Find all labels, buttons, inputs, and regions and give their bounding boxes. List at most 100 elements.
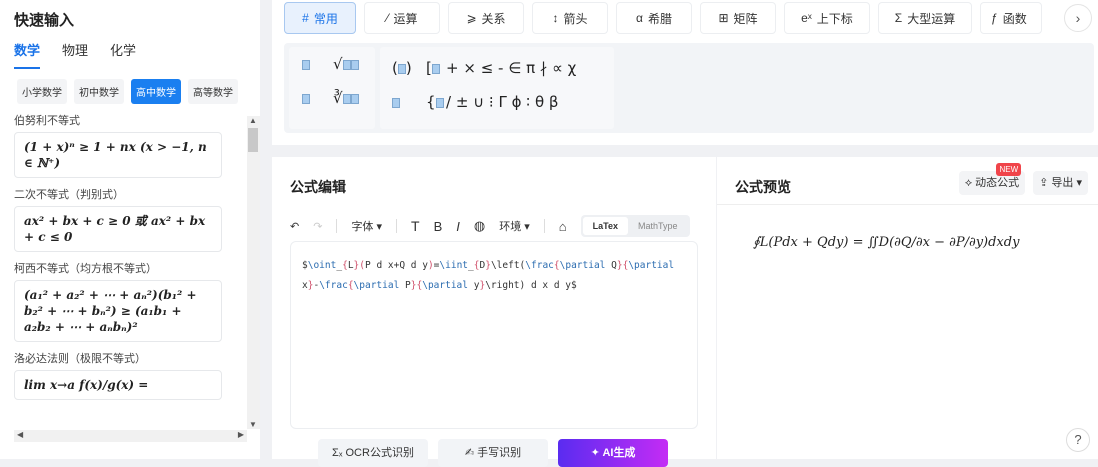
symbol-button[interactable]: χ (568, 59, 581, 77)
palette-icon[interactable]: ◍ (474, 218, 485, 234)
tab-common[interactable]: # 常用 (284, 2, 356, 34)
box-template-icon[interactable] (392, 93, 400, 111)
code-token: Q (605, 260, 617, 271)
symbol-button[interactable]: π (526, 59, 540, 77)
help-button[interactable]: ? (1066, 428, 1090, 452)
code-token: P d x+Q d y (365, 260, 428, 271)
action-buttons: Σₓ OCR公式识别 ✍ 手写识别 ✦ AI生成 (318, 439, 668, 467)
ai-generate-button[interactable]: ✦ AI生成 (558, 439, 668, 467)
symbol-button[interactable]: ∝ (552, 59, 567, 77)
tab-large-operators[interactable]: Σ 大型运算 (878, 2, 972, 34)
formula-title: 伯努利不等式 (14, 115, 80, 127)
horizontal-scrollbar[interactable]: ◀ ▶ (14, 430, 247, 442)
dynamic-icon: ⟡ (964, 177, 976, 189)
basket-icon[interactable]: ⌂ (559, 219, 567, 234)
divider (396, 219, 398, 233)
level-senior[interactable]: 高中数学 (131, 79, 181, 104)
geq-icon: ⩾ (466, 11, 477, 25)
chevron-right-icon[interactable]: › (1064, 4, 1092, 32)
fraction-icon: ⁄ (386, 11, 389, 25)
symbol-button[interactable]: × (463, 59, 480, 77)
level-junior[interactable]: 初中数学 (74, 79, 124, 104)
symbol-button[interactable]: ≤ (481, 59, 498, 77)
sigma-icon: Σₓ (332, 447, 346, 459)
dynamic-formula-button[interactable]: ⟡ 动态公式 NEW (958, 163, 1026, 195)
scroll-thumb[interactable] (248, 128, 258, 152)
environment-dropdown[interactable]: 环境 ▾ (499, 218, 530, 234)
formula-card[interactable]: lim x→a f(x)/g(x) = (14, 370, 222, 400)
divider (717, 204, 1098, 205)
brace-template-icon[interactable]: { (426, 93, 444, 111)
tab-label: 上下标 (816, 11, 853, 26)
slash-fraction-icon[interactable] (302, 89, 310, 107)
tab-arrows[interactable]: ↕ 箭头 (532, 2, 608, 34)
symbol-button[interactable]: / (446, 93, 456, 111)
scroll-up-icon[interactable]: ▲ (249, 116, 257, 125)
symbol-button[interactable]: θ (535, 93, 549, 111)
tab-chemistry[interactable]: 化学 (110, 40, 136, 69)
vertical-scrollbar[interactable]: ▲ ▼ (247, 116, 260, 429)
symbol-button[interactable]: Γ (498, 93, 511, 111)
superscript-icon: eˣ (801, 11, 812, 25)
scroll-right-icon[interactable]: ▶ (238, 430, 244, 439)
scroll-left-icon[interactable]: ◀ (17, 430, 23, 439)
symbol-button[interactable]: ∈ (508, 59, 526, 77)
symbol-button[interactable]: ∤ (540, 59, 552, 77)
tab-physics[interactable]: 物理 (62, 40, 88, 69)
ocr-button[interactable]: Σₓ OCR公式识别 (318, 439, 428, 467)
formula-card[interactable]: (a₁² + a₂² + ⋯ + aₙ²)(b₁² + b₂² + ⋯ + bₙ… (14, 280, 222, 342)
scroll-down-icon[interactable]: ▼ (249, 420, 257, 429)
tab-scripts[interactable]: eˣ 上下标 (784, 2, 870, 34)
level-filters: 小学数学 初中数学 高中数学 高等数学 (17, 79, 238, 104)
level-primary[interactable]: 小学数学 (17, 79, 67, 104)
font-dropdown[interactable]: 字体 ▾ (351, 218, 382, 234)
latex-input[interactable]: $\oint_{L}(P d x+Q d y)=\iint_{D}\left(\… (290, 241, 698, 429)
code-token: \frac (525, 260, 554, 271)
tab-matrix[interactable]: ⊞ 矩阵 (700, 2, 776, 34)
export-button[interactable]: ⇪ 导出 ▾ (1033, 171, 1088, 195)
mode-mathtype[interactable]: MathType (628, 217, 688, 235)
handwriting-button[interactable]: ✍ 手写识别 (438, 439, 548, 467)
paren-template-icon[interactable]: () (392, 59, 412, 77)
quick-input-panel: 快速输入 数学 物理 化学 小学数学 初中数学 高中数学 高等数学 伯努利不等式… (0, 0, 260, 459)
tab-label: 希腊 (647, 11, 672, 26)
redo-icon[interactable]: ↷ (313, 220, 322, 233)
divider (336, 219, 338, 233)
symbol-row-1[interactable]: + × ≤ - ∈ π ∤ ∝ χ (446, 59, 581, 77)
sqrt-template-icon[interactable]: √ (333, 55, 359, 73)
symbol-button[interactable]: ∶ (526, 93, 535, 111)
code-token: \partial (628, 260, 675, 271)
symbol-button[interactable]: ± (456, 93, 473, 111)
sparkle-icon: ✦ (590, 447, 603, 459)
new-badge: NEW (996, 163, 1022, 176)
symbol-button[interactable]: ϕ (512, 93, 527, 111)
panel-title: 快速输入 (14, 12, 75, 29)
symbol-button[interactable]: + (446, 59, 463, 77)
tab-greek[interactable]: α 希腊 (616, 2, 692, 34)
italic-icon[interactable]: I (456, 219, 460, 234)
upload-icon: ⇪ (1039, 177, 1052, 189)
nth-root-template-icon[interactable]: ∛ (333, 89, 359, 107)
tab-math[interactable]: 数学 (14, 40, 41, 69)
undo-icon[interactable]: ↶ (290, 220, 299, 233)
bracket-template-icon[interactable]: [ (426, 59, 440, 77)
tab-relations[interactable]: ⩾ 关系 (448, 2, 524, 34)
formula-title: 柯西不等式（均方根不等式） (14, 263, 157, 275)
formula-editor-panel: 公式编辑 ↶ ↷ 字体 ▾ T B I ◍ 环境 ▾ ⌂ LaTex MathT… (272, 157, 716, 467)
fraction-template-icon[interactable] (302, 55, 310, 73)
symbol-row-2[interactable]: / ± ∪ ⁝ Γ ϕ ∶ θ β (446, 93, 563, 111)
bold-icon[interactable]: B (434, 219, 443, 234)
formula-card[interactable]: ax² + bx + c ≥ 0 或 ax² + bx + c ≤ 0 (14, 206, 222, 252)
level-advanced[interactable]: 高等数学 (188, 79, 238, 104)
symbol-button[interactable]: β (549, 93, 563, 111)
text-icon[interactable]: T (411, 218, 420, 234)
formula-card[interactable]: (1 + x)ⁿ ≥ 1 + nx (x > −1, n ∈ ℕ⁺) (14, 132, 222, 178)
tab-label: 矩阵 (733, 11, 758, 26)
tab-functions[interactable]: ƒ 函数 (980, 2, 1042, 34)
mode-latex[interactable]: LaTex (582, 217, 628, 235)
code-token: \iint (439, 260, 469, 271)
tab-operations[interactable]: ⁄ 运算 (364, 2, 440, 34)
symbol-button[interactable]: - (498, 59, 508, 77)
formula-title: 洛必达法则（极限不等式） (14, 353, 146, 365)
symbol-button[interactable]: ∪ (473, 93, 489, 111)
